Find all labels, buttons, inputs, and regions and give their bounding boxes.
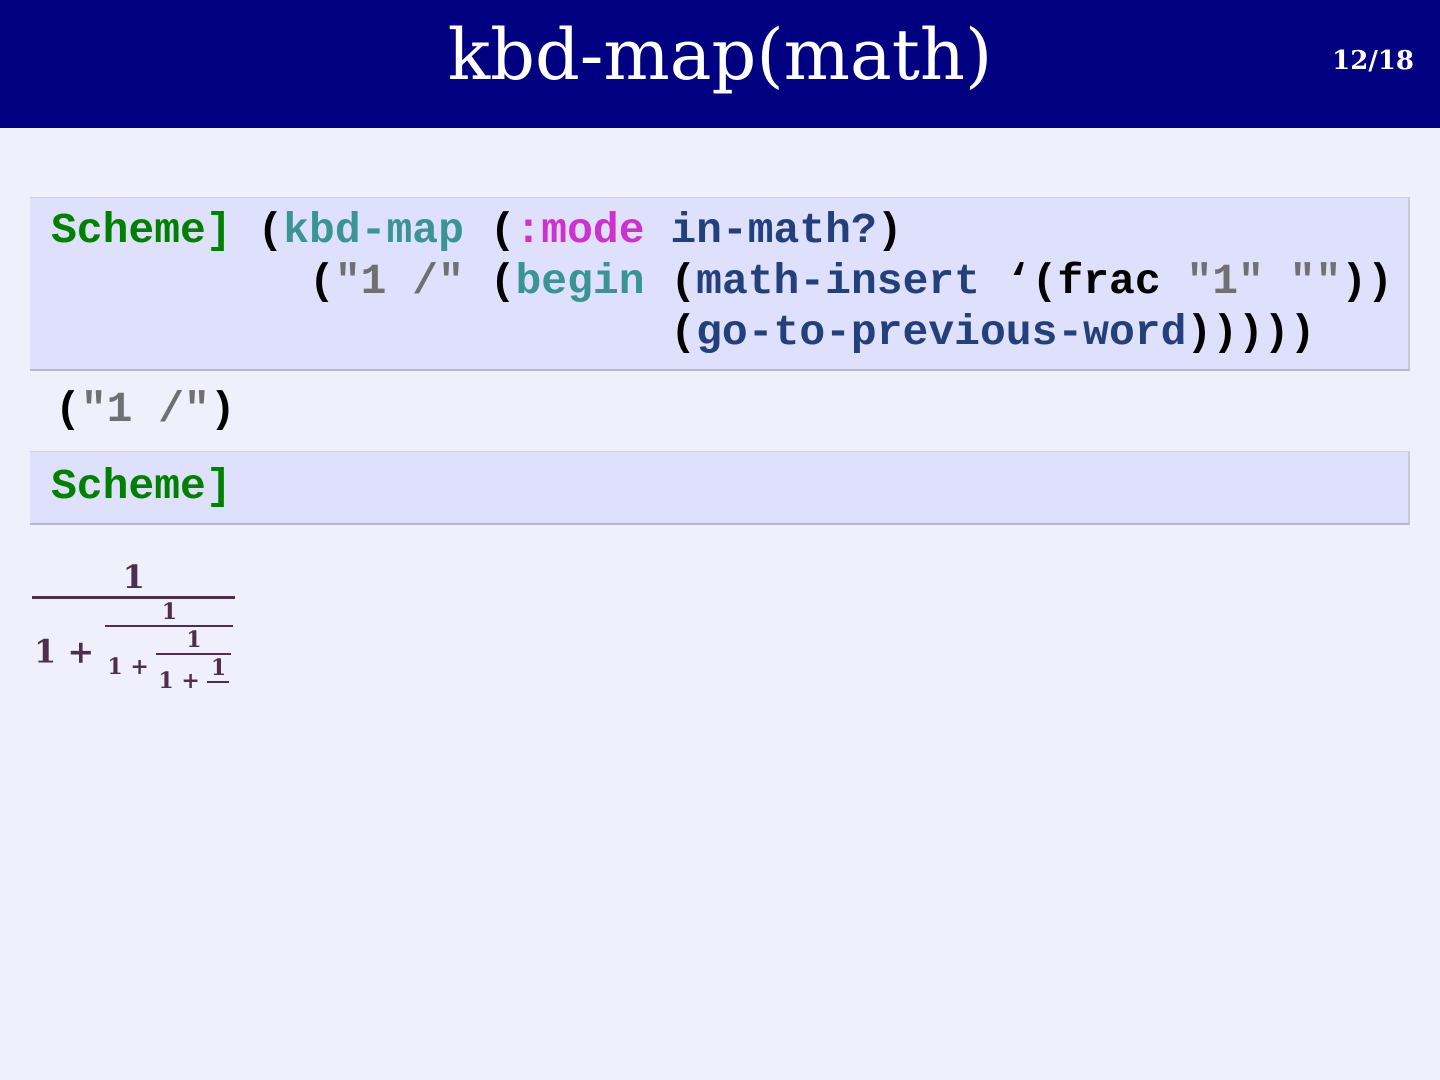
- fraction: 1 1 + 1 1 + 1 1 + 1: [32, 558, 236, 709]
- code-token: ): [876, 206, 903, 255]
- code-token: ))))): [1186, 308, 1316, 357]
- code-token: "": [1289, 257, 1342, 306]
- code-token: (: [463, 257, 516, 306]
- code-token: (: [463, 206, 516, 255]
- code-token: ): [209, 385, 236, 434]
- scheme-code: Scheme] (kbd-map (:mode in-math?) ("1 /"…: [30, 198, 1408, 358]
- code-token: (: [51, 308, 697, 357]
- continued-fraction: 1 1 + 1 1 + 1 1 + 1: [32, 558, 236, 709]
- scheme-prompt: Scheme]: [51, 462, 232, 511]
- scheme-output: ("1 /"): [55, 384, 236, 435]
- code-token: kbd-map: [283, 206, 464, 255]
- fraction: 1 1 + 1 1 + 1: [105, 599, 234, 709]
- slide-header: kbd-map(math) 12/18: [0, 0, 1440, 128]
- code-token: Scheme]: [51, 206, 258, 255]
- code-token: "1 /": [80, 385, 210, 434]
- code-token: math-insert: [696, 257, 980, 306]
- code-token: "1 /": [334, 257, 464, 306]
- code-token: in-math?: [644, 206, 877, 255]
- page-number: 12/18: [1332, 46, 1414, 76]
- scheme-input-field[interactable]: Scheme] (kbd-map (:mode in-math?) ("1 /"…: [30, 197, 1410, 371]
- code-token: )): [1341, 257, 1393, 306]
- code-token: (: [257, 206, 284, 255]
- slide-title: kbd-map(math): [447, 14, 993, 96]
- scheme-prompt-field[interactable]: Scheme]: [30, 451, 1410, 525]
- fraction: 1: [207, 655, 230, 709]
- code-token: (: [55, 385, 81, 434]
- fraction: 1 1 + 1: [156, 627, 232, 709]
- code-token: (: [644, 257, 697, 306]
- code-line: (go-to-previous-word))))): [51, 307, 1408, 358]
- code-token: "1": [1186, 257, 1264, 306]
- code-token: begin: [515, 257, 645, 306]
- code-token: go-to-previous-word: [696, 308, 1187, 357]
- code-token: :mode: [515, 206, 645, 255]
- code-line: Scheme] (kbd-map (:mode in-math?): [51, 205, 1408, 256]
- code-token: (: [51, 257, 335, 306]
- code-token: ‘(frac: [980, 257, 1187, 306]
- code-line: ("1 /" (begin (math-insert ‘(frac "1" ""…: [51, 256, 1408, 307]
